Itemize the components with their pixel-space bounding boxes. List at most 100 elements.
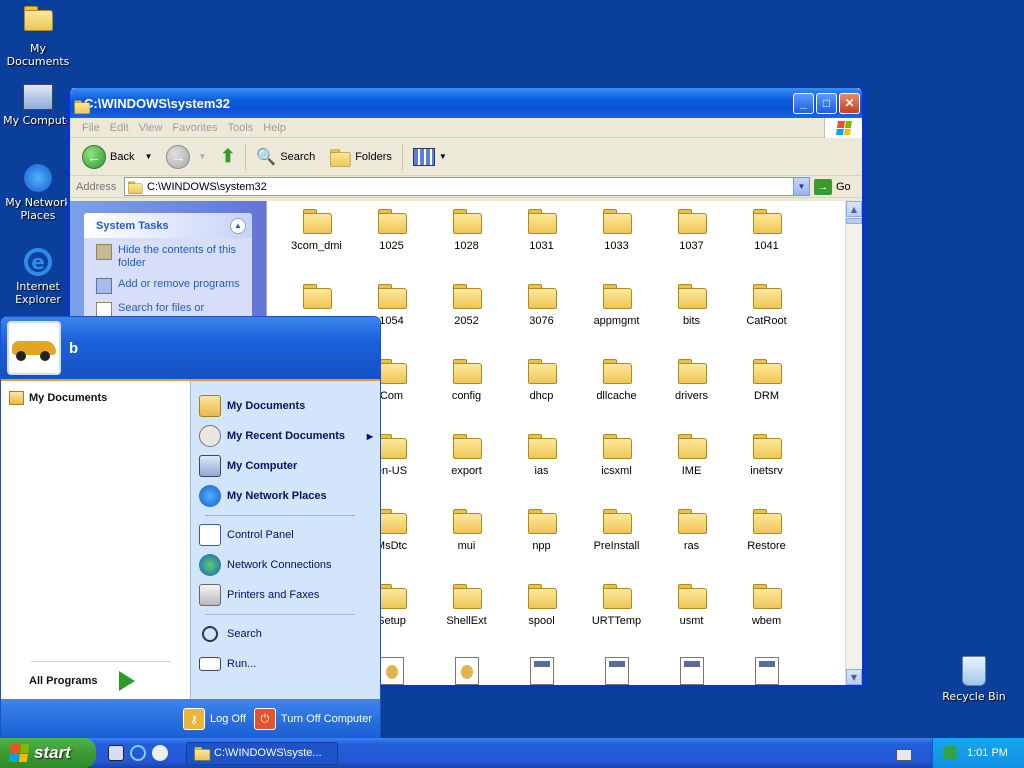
file-item[interactable]: 1033 bbox=[579, 207, 654, 252]
internet-explorer-icon[interactable] bbox=[130, 745, 146, 761]
minimize-button[interactable]: _ bbox=[793, 92, 814, 114]
file-item[interactable]: dhcp bbox=[504, 357, 579, 402]
show-desktop-icon[interactable] bbox=[108, 745, 124, 761]
file-item[interactable]: PreInstall bbox=[579, 507, 654, 552]
vertical-scrollbar[interactable]: ▲ ▼ bbox=[845, 201, 862, 685]
file-item[interactable]: 1031 bbox=[504, 207, 579, 252]
start-my-computer[interactable]: My Computer bbox=[191, 451, 380, 481]
menu-help[interactable]: Help bbox=[259, 122, 292, 134]
start-network-connections[interactable]: Network Connections bbox=[191, 550, 380, 580]
file-item[interactable]: spool bbox=[504, 582, 579, 627]
desktop-icon-recycle-bin[interactable]: Recycle Bin bbox=[936, 656, 1012, 703]
desktop-icon-my-computer[interactable]: My Compute bbox=[0, 84, 76, 127]
file-item[interactable]: appmgmt bbox=[579, 282, 654, 327]
start-my-network-places[interactable]: My Network Places bbox=[191, 481, 380, 511]
maximize-button[interactable]: □ bbox=[816, 92, 837, 114]
start-my-documents[interactable]: My Documents bbox=[191, 391, 380, 421]
file-item[interactable]: npp bbox=[504, 507, 579, 552]
taskbar-button-explorer[interactable]: C:\WINDOWS\syste... bbox=[186, 741, 338, 765]
file-item[interactable]: export bbox=[429, 432, 504, 477]
task-hide-contents[interactable]: Hide the contents of this folder bbox=[84, 238, 252, 272]
forward-button[interactable]: → ▼ bbox=[162, 143, 210, 171]
file-label: dhcp bbox=[529, 390, 554, 402]
back-arrow-icon: ← bbox=[82, 144, 106, 169]
turn-off-button[interactable]: ⏻ Turn Off Computer bbox=[253, 708, 372, 730]
go-button[interactable]: → Go bbox=[814, 178, 851, 195]
scroll-up-button[interactable]: ▲ bbox=[846, 201, 862, 217]
file-item[interactable]: drivers bbox=[654, 357, 729, 402]
file-label: inetsrv bbox=[750, 465, 783, 477]
start-button[interactable]: start bbox=[0, 738, 96, 768]
file-item[interactable]: ras bbox=[654, 507, 729, 552]
file-item[interactable]: config bbox=[429, 357, 504, 402]
back-button[interactable]: ← Back ▼ bbox=[78, 143, 156, 171]
scroll-down-button[interactable]: ▼ bbox=[846, 669, 862, 685]
file-item[interactable]: 1041 bbox=[729, 207, 804, 252]
keyboard-icon[interactable] bbox=[896, 749, 912, 761]
up-folder-button[interactable]: ⬆ bbox=[216, 144, 239, 169]
file-item[interactable]: 1025 bbox=[354, 207, 429, 252]
system-tasks-header[interactable]: System Tasks ▲ bbox=[84, 213, 252, 238]
start-printers-faxes[interactable]: Printers and Faxes bbox=[191, 580, 380, 610]
file-item[interactable] bbox=[279, 282, 354, 315]
file-item[interactable]: 1037 bbox=[654, 207, 729, 252]
file-item[interactable]: IME bbox=[654, 432, 729, 477]
file-item[interactable] bbox=[729, 657, 804, 685]
file-item[interactable]: URTTemp bbox=[579, 582, 654, 627]
file-item[interactable]: dllcache bbox=[579, 357, 654, 402]
start-run[interactable]: Run... bbox=[191, 649, 380, 679]
window-titlebar[interactable]: C:\WINDOWS\system32 _ □ ✕ bbox=[70, 88, 862, 118]
menu-view[interactable]: View bbox=[135, 122, 169, 134]
menu-tools[interactable]: Tools bbox=[224, 122, 260, 134]
search-button[interactable]: 🔍 Search bbox=[252, 145, 319, 169]
media-player-icon[interactable] bbox=[152, 745, 168, 761]
start-my-recent-documents[interactable]: My Recent Documents ▶ bbox=[191, 421, 380, 451]
file-item[interactable]: 3076 bbox=[504, 282, 579, 327]
chevron-up-icon[interactable]: ▲ bbox=[230, 217, 246, 234]
network-connections-icon bbox=[199, 554, 221, 576]
file-item[interactable]: 3com_dmi bbox=[279, 207, 354, 252]
file-label: CatRoot bbox=[746, 315, 787, 327]
file-item[interactable]: icsxml bbox=[579, 432, 654, 477]
task-add-remove-programs[interactable]: Add or remove programs bbox=[84, 272, 252, 296]
file-item[interactable] bbox=[504, 657, 579, 685]
start-control-panel[interactable]: Control Panel bbox=[191, 520, 380, 550]
menu-edit[interactable]: Edit bbox=[106, 122, 135, 134]
file-item[interactable]: 1028 bbox=[429, 207, 504, 252]
start-search[interactable]: Search bbox=[191, 619, 380, 649]
pinned-my-documents[interactable]: My Documents bbox=[9, 391, 190, 405]
folders-button[interactable]: Folders bbox=[325, 146, 396, 168]
file-item[interactable]: ias bbox=[504, 432, 579, 477]
address-input[interactable]: C:\WINDOWS\system32 ▼ bbox=[124, 177, 810, 196]
safely-remove-icon[interactable] bbox=[943, 746, 957, 760]
file-item[interactable] bbox=[579, 657, 654, 685]
desktop-icon-my-documents[interactable]: My Documents bbox=[0, 4, 76, 68]
close-button[interactable]: ✕ bbox=[839, 92, 860, 114]
file-item[interactable]: mui bbox=[429, 507, 504, 552]
file-item[interactable]: wbem bbox=[729, 582, 804, 627]
folder-icon bbox=[377, 432, 407, 459]
all-programs-button[interactable]: All Programs bbox=[29, 671, 136, 691]
file-item[interactable] bbox=[654, 657, 729, 685]
file-item[interactable]: ShellExt bbox=[429, 582, 504, 627]
file-item[interactable]: Restore bbox=[729, 507, 804, 552]
chevron-down-icon[interactable]: ▼ bbox=[793, 178, 809, 195]
file-item[interactable]: usmt bbox=[654, 582, 729, 627]
menu-bar: File Edit View Favorites Tools Help bbox=[70, 117, 862, 138]
file-item[interactable]: bits bbox=[654, 282, 729, 327]
file-item[interactable]: CatRoot bbox=[729, 282, 804, 327]
menu-favorites[interactable]: Favorites bbox=[168, 122, 223, 134]
file-item[interactable]: DRM bbox=[729, 357, 804, 402]
clock[interactable]: 1:01 PM bbox=[967, 747, 1008, 759]
views-button[interactable]: ▼ bbox=[409, 146, 451, 168]
file-item[interactable]: inetsrv bbox=[729, 432, 804, 477]
desktop-icon-network-places[interactable]: My Network Places bbox=[0, 164, 76, 222]
log-off-button[interactable]: ⚷ Log Off bbox=[183, 708, 246, 730]
chevron-down-icon[interactable]: ▼ bbox=[144, 152, 152, 161]
start-menu-left-pane: My Documents All Programs bbox=[1, 381, 190, 701]
menu-file[interactable]: File bbox=[78, 122, 106, 134]
scroll-thumb[interactable] bbox=[846, 218, 862, 224]
file-item[interactable]: 2052 bbox=[429, 282, 504, 327]
desktop-icon-internet-explorer[interactable]: e Internet Explorer bbox=[0, 248, 76, 306]
file-item[interactable] bbox=[429, 657, 504, 685]
